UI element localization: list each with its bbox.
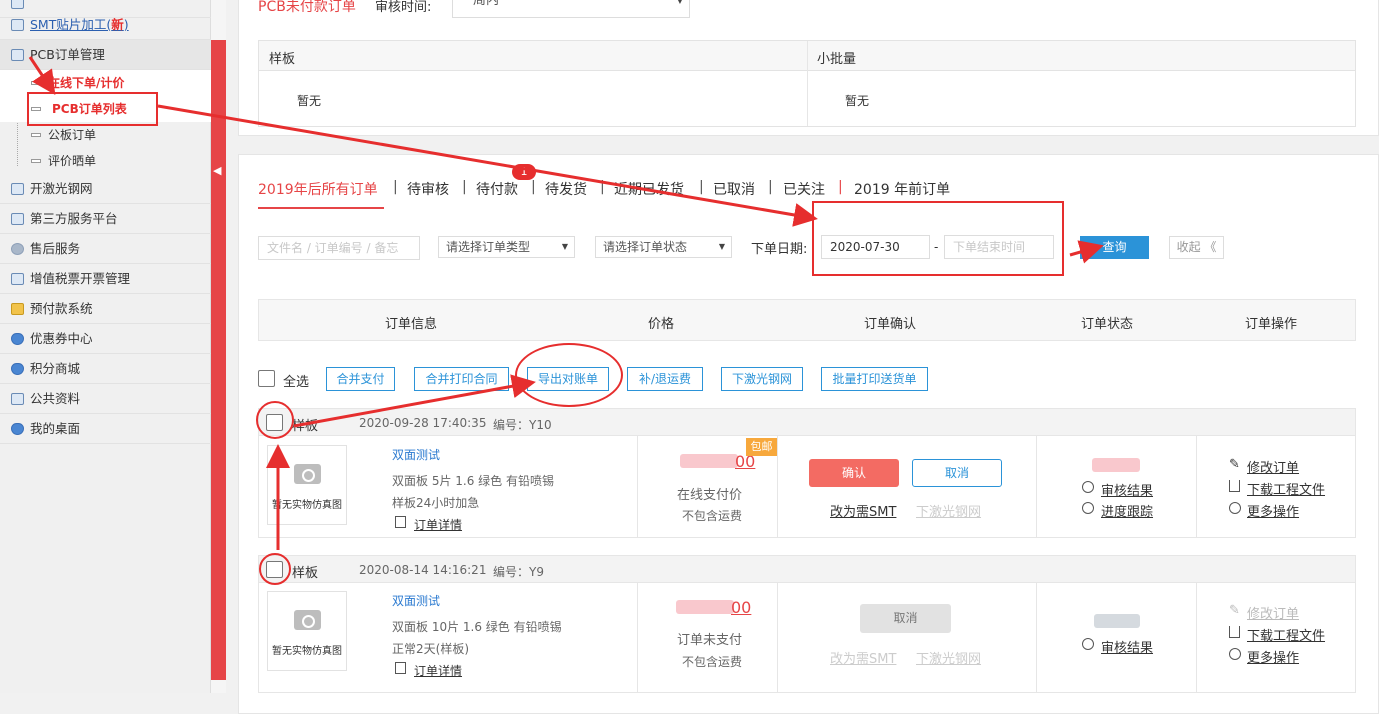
arrow [293, 374, 536, 428]
arrow [28, 56, 56, 95]
annotation-arrows [28, 56, 1104, 550]
arrow [1069, 240, 1104, 264]
arrow [157, 104, 818, 227]
